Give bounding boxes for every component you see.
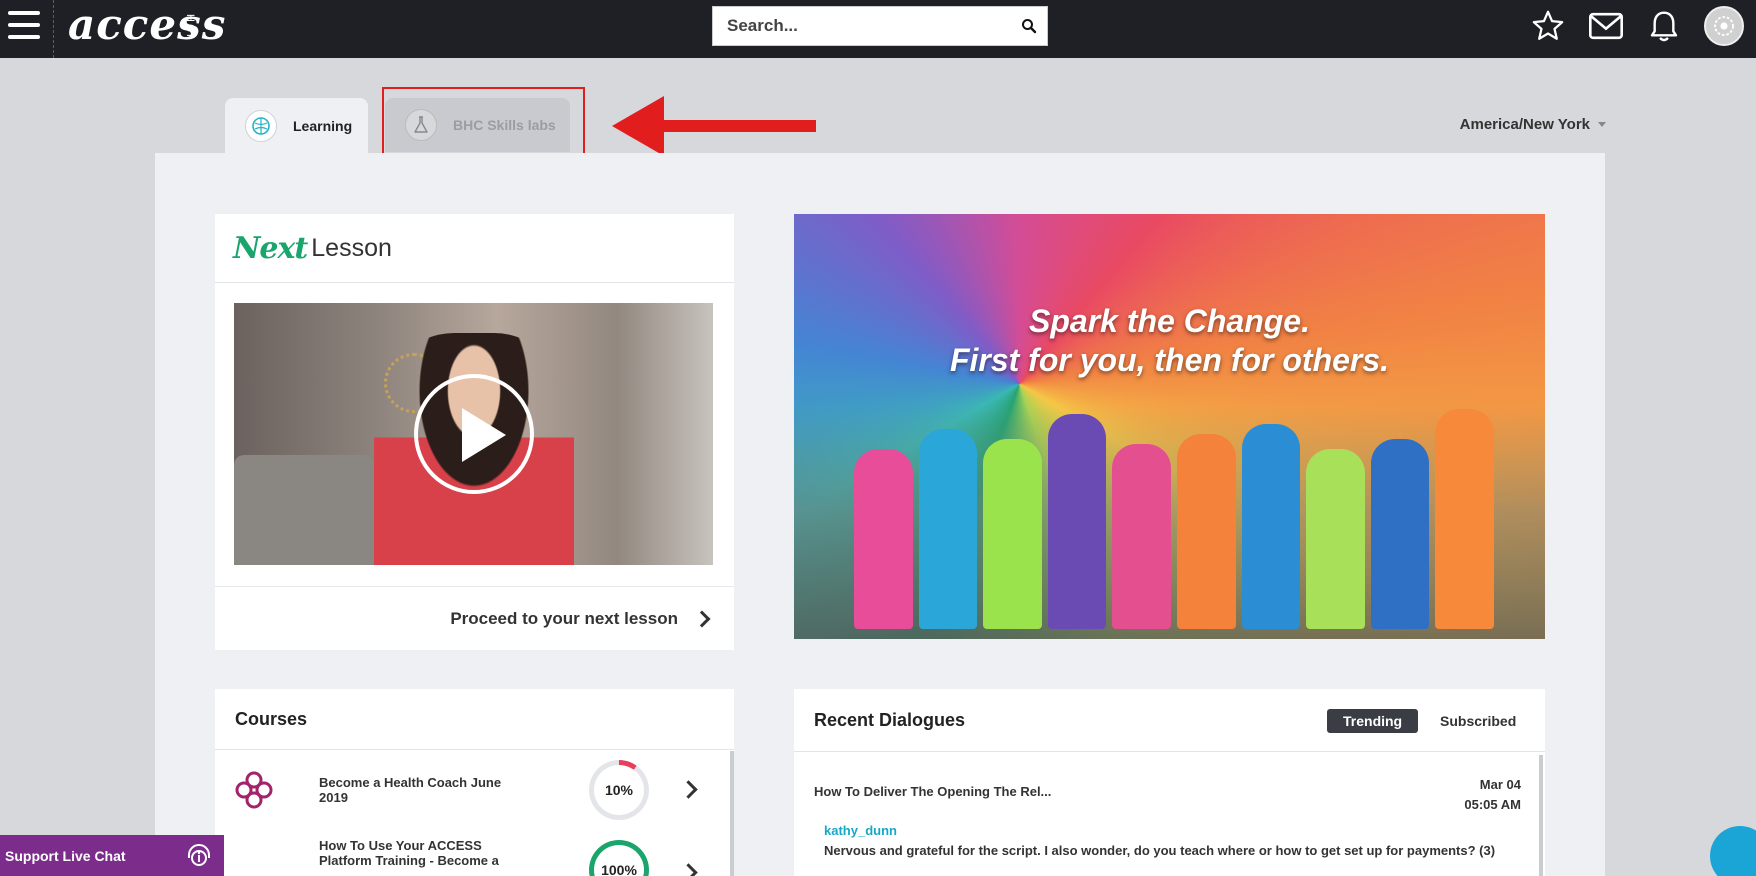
search-box (712, 6, 1048, 46)
search-input[interactable] (713, 7, 1003, 45)
courses-title: Courses (215, 689, 734, 750)
logo-subtitle: HCI (184, 14, 196, 39)
banner-line-1: Spark the Change. (1029, 303, 1310, 339)
next-lesson-title: Lesson (311, 233, 392, 262)
promo-banner: Spark the Change. First for you, then fo… (794, 214, 1545, 639)
search-icon[interactable] (1021, 18, 1037, 34)
support-live-chat-button[interactable]: Support Live Chat (0, 835, 224, 876)
course-progress-label: 100% (601, 862, 637, 876)
dialogue-username-link[interactable]: kathy_dunn (824, 823, 897, 838)
dialogues-scrollbar[interactable] (1539, 755, 1543, 876)
courses-card: Courses Become a Health Coach June 2019 … (215, 689, 734, 876)
course-progress-label: 10% (604, 782, 634, 798)
video-background (234, 455, 374, 565)
star-icon[interactable] (1530, 8, 1566, 44)
brain-icon (245, 110, 277, 142)
bell-icon[interactable] (1646, 8, 1682, 44)
timezone-selector[interactable]: America/New York (1460, 116, 1606, 133)
mail-icon[interactable] (1588, 8, 1624, 44)
tab-learning-label: Learning (293, 118, 353, 134)
header-actions (1530, 6, 1744, 46)
timezone-label: America/New York (1459, 116, 1590, 133)
dialogue-title-link[interactable]: How To Deliver The Opening The Rel... (814, 784, 1051, 799)
play-icon[interactable] (414, 374, 534, 494)
next-lesson-header: Next Lesson (215, 214, 734, 283)
next-lesson-title-accent: Next (233, 230, 308, 266)
courses-scrollbar[interactable] (730, 751, 734, 876)
celtic-knot-icon (235, 771, 273, 809)
next-lesson-card: Next Lesson Proceed to your next lesson (215, 214, 734, 650)
course-row[interactable]: Become a Health Coach June 2019 10% (215, 750, 720, 830)
headset-icon (188, 844, 210, 866)
dialogue-time: 05:05 AM (1464, 797, 1521, 812)
course-name: How To Use Your ACCESS Platform Training… (319, 838, 499, 868)
tab-learning[interactable]: Learning (225, 98, 368, 154)
proceed-label: Proceed to your next lesson (450, 608, 678, 628)
dialogue-date: Mar 04 (1479, 777, 1521, 792)
course-progress-ring: 10% (589, 760, 649, 820)
dialogues-title: Recent Dialogues (814, 709, 966, 730)
logo-divider (53, 0, 54, 58)
chat-bubble-icon[interactable] (1710, 826, 1756, 876)
course-row[interactable]: How To Use Your ACCESS Platform Training… (215, 830, 720, 876)
caret-down-icon (1598, 122, 1606, 127)
course-progress-ring: 100% (589, 840, 649, 876)
chevron-right-icon[interactable] (679, 780, 698, 799)
course-name: Become a Health Coach June 2019 (319, 775, 502, 805)
filter-trending-button[interactable]: Trending (1327, 709, 1419, 733)
dialogue-timestamp: Mar 04 05:05 AM (1464, 775, 1521, 815)
access-logo[interactable]: access (68, 0, 226, 49)
filter-subscribed-button[interactable]: Subscribed (1424, 709, 1532, 733)
proceed-next-lesson-button[interactable]: Proceed to your next lesson (215, 586, 734, 650)
top-navigation-bar: access HCI (0, 0, 1756, 58)
dialogues-header: Recent Dialogues Trending Subscribed (794, 689, 1545, 752)
banner-photo-people (854, 389, 1494, 629)
avatar[interactable] (1704, 6, 1744, 46)
chevron-right-icon (693, 610, 711, 627)
lesson-video-thumbnail[interactable] (234, 303, 713, 565)
chevron-right-icon[interactable] (679, 863, 698, 876)
banner-line-2: First for you, then for others. (949, 342, 1390, 378)
dialogue-message: Nervous and grateful for the script. I a… (824, 843, 1496, 858)
banner-headline: Spark the Change. First for you, then fo… (794, 302, 1545, 380)
annotation-arrow-icon (612, 96, 816, 156)
support-chat-label: Support Live Chat (5, 847, 126, 864)
recent-dialogues-card: Recent Dialogues Trending Subscribed How… (794, 689, 1545, 876)
menu-icon[interactable] (8, 11, 40, 39)
